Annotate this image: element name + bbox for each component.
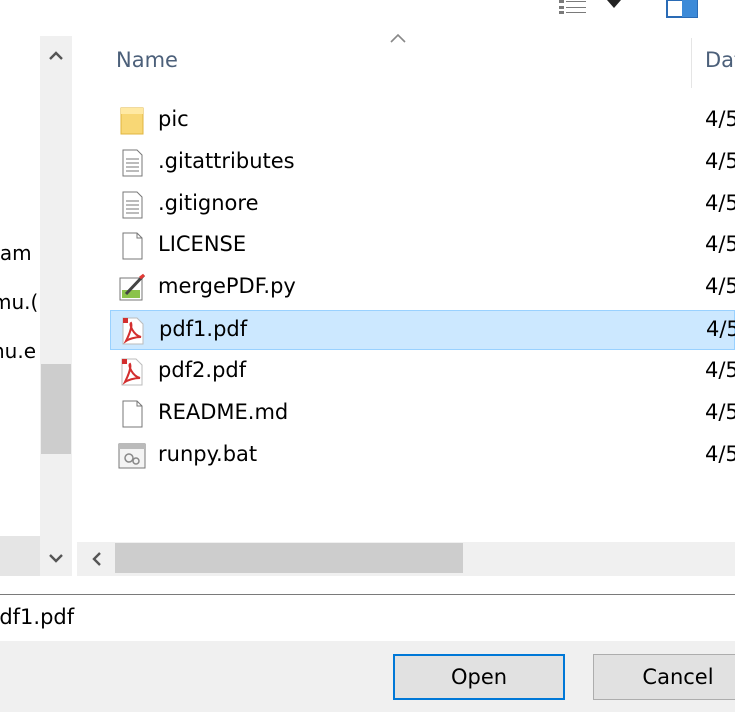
file-row[interactable]: pic 4/5 — [110, 101, 735, 141]
nav-item[interactable]: mu.( — [0, 290, 38, 314]
file-row[interactable]: pdf2.pdf 4/5 — [110, 352, 735, 392]
horizontal-scrollbar-thumb[interactable] — [115, 543, 463, 573]
column-header-date[interactable]: Dat — [705, 48, 735, 72]
file-date: 4/5 — [706, 317, 735, 341]
file-name: .gitattributes — [158, 149, 295, 173]
file-name: pic — [158, 107, 189, 131]
file-row[interactable]: README.md 4/5 — [110, 394, 735, 434]
open-button[interactable]: Open — [393, 654, 565, 700]
scroll-up-icon[interactable] — [44, 44, 68, 68]
pdf-file-icon — [117, 315, 149, 347]
file-name: LICENSE — [158, 232, 247, 256]
file-name: .gitignore — [158, 191, 259, 215]
file-name: mergePDF.py — [158, 274, 296, 298]
file-row[interactable]: mergePDF.py 4/5 — [110, 268, 735, 308]
column-header-name[interactable]: Name — [116, 48, 178, 72]
file-row[interactable]: .gitignore 4/5 — [110, 185, 735, 225]
file-row[interactable]: pdf1.pdf 4/5 — [110, 310, 735, 350]
file-name: runpy.bat — [158, 442, 258, 466]
file-date: 4/5 — [705, 442, 735, 466]
text-file-icon — [116, 189, 148, 221]
chevron-down-icon[interactable] — [604, 0, 624, 12]
file-date: 4/5 — [705, 232, 735, 256]
python-file-icon — [116, 272, 148, 304]
file-date: 4/5 — [705, 191, 735, 215]
scroll-down-icon[interactable] — [44, 546, 68, 570]
batch-file-icon — [116, 440, 148, 472]
file-date: 4/5 — [705, 107, 735, 131]
blank-file-icon — [116, 230, 148, 262]
preview-pane-icon[interactable] — [666, 0, 700, 18]
column-divider[interactable] — [691, 38, 692, 88]
nav-pane-footer — [0, 536, 40, 576]
filename-field-container — [0, 594, 735, 642]
text-file-icon — [116, 147, 148, 179]
file-name: pdf2.pdf — [158, 358, 247, 382]
file-date: 4/5 — [705, 358, 735, 382]
sort-ascending-icon — [390, 33, 406, 43]
details-view-icon[interactable] — [558, 0, 590, 14]
file-name: pdf1.pdf — [159, 317, 248, 341]
nav-scrollbar-thumb[interactable] — [41, 364, 71, 454]
filename-input[interactable] — [0, 603, 726, 631]
scroll-left-icon[interactable] — [84, 546, 110, 572]
folder-icon — [116, 105, 148, 137]
file-name: README.md — [158, 400, 289, 424]
nav-item[interactable]: tam — [0, 241, 32, 265]
file-row[interactable]: runpy.bat 4/5 — [110, 436, 735, 476]
file-date: 4/5 — [705, 274, 735, 298]
file-date: 4/5 — [705, 149, 735, 173]
cancel-button[interactable]: Cancel — [593, 654, 735, 700]
nav-scrollbar[interactable] — [40, 36, 72, 576]
file-row[interactable]: .gitattributes 4/5 — [110, 143, 735, 183]
blank-file-icon — [116, 398, 148, 430]
toolbar — [0, 0, 735, 36]
nav-item[interactable]: nu.e — [0, 339, 36, 363]
file-date: 4/5 — [705, 400, 735, 424]
pdf-file-icon — [116, 356, 148, 388]
file-row[interactable]: LICENSE 4/5 — [110, 226, 735, 266]
